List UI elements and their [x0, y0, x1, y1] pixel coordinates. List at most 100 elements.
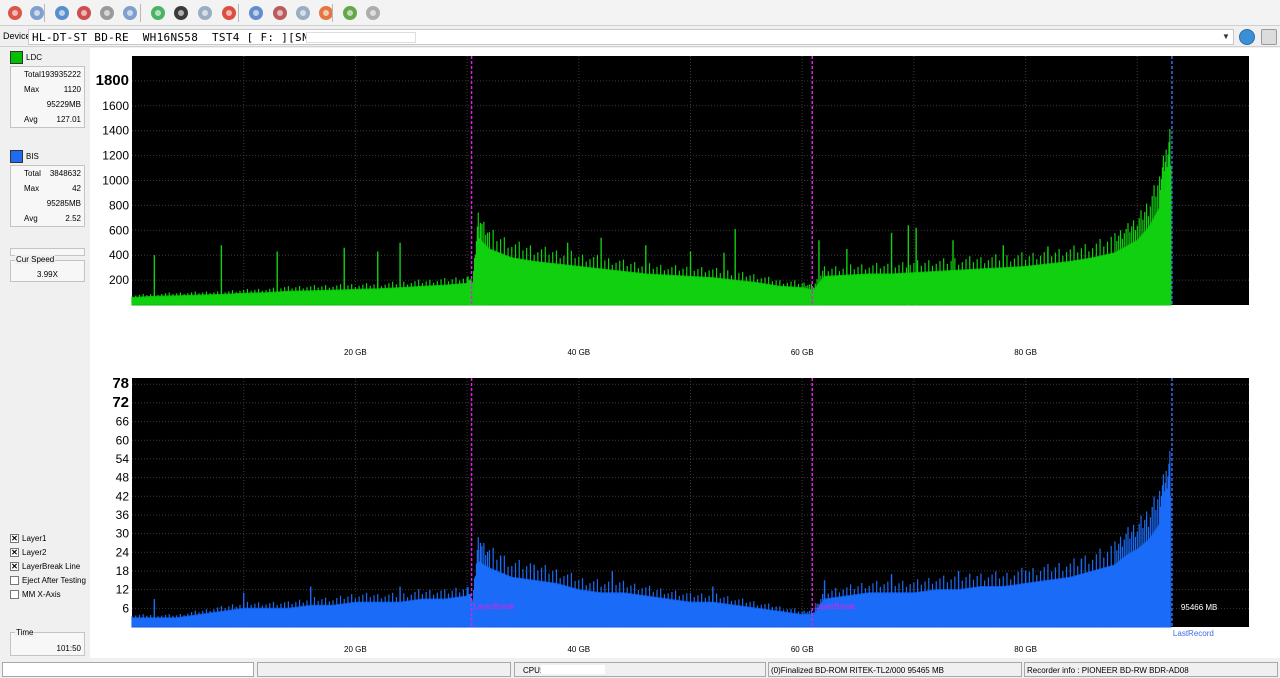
- power-icon[interactable]: [5, 3, 25, 23]
- disc-info: (0)Finalized BD-ROM RITEK-TL2/000 95465 …: [771, 666, 944, 675]
- y-tick-label: 800: [109, 198, 129, 212]
- y-tick-label: 12: [116, 583, 130, 597]
- checkbox-unchecked-icon[interactable]: [10, 589, 19, 599]
- refresh-icon[interactable]: [148, 3, 168, 23]
- y-tick-label: 30: [116, 527, 130, 541]
- y-tick-label: 78: [112, 375, 129, 392]
- cpu-label: CPU:: [523, 666, 543, 675]
- data-test-icon[interactable]: [270, 3, 290, 23]
- x-tick-label: 60 GB: [791, 645, 814, 654]
- option-checkbox[interactable]: Eject After Testing: [10, 574, 86, 586]
- ldc-swatch: [10, 50, 23, 64]
- print-icon[interactable]: [363, 3, 383, 23]
- fire-icon[interactable]: [316, 3, 336, 23]
- y-tick-label: 72: [112, 394, 129, 411]
- status-recorder: Recorder info : PIONEER BD-RW BDR-AD08: [1024, 662, 1278, 677]
- x-tick-label: 60 GB: [791, 348, 814, 357]
- toolbar-separator: [140, 4, 141, 22]
- checkbox-checked-icon[interactable]: ✕: [10, 561, 19, 571]
- toolbar-separator: [332, 4, 333, 22]
- current-speed-value: 3.99X: [37, 270, 58, 279]
- bis-stat-row: 95285MB: [11, 196, 84, 211]
- bis-legend: BIS: [10, 149, 39, 163]
- copy-icon[interactable]: [120, 3, 140, 23]
- quality-test-icon[interactable]: [195, 3, 215, 23]
- x-tick-label: 20 GB: [344, 348, 367, 357]
- bis-stat-value: 2.52: [65, 214, 81, 223]
- option-checkbox[interactable]: ✕ Layer2: [10, 546, 46, 558]
- ldc-stat-value: 193935222: [40, 70, 81, 79]
- options-icon[interactable]: [293, 3, 313, 23]
- left-panel: LDC Total 193935222 Max 1120 95229MB Avg 127.0…: [0, 48, 90, 658]
- erase-icon[interactable]: [74, 3, 94, 23]
- checkbox-unchecked-icon[interactable]: [10, 575, 19, 585]
- last-record-value: 95466 MB: [1181, 603, 1217, 612]
- option-checkbox[interactable]: MM X-Axis: [10, 588, 61, 600]
- y-tick-label: 18: [116, 564, 130, 578]
- bis-stat-value: 95285MB: [46, 199, 81, 208]
- y-tick-label: 1000: [102, 174, 129, 188]
- current-speed-label: Cur Speed: [15, 255, 56, 264]
- y-tick-label: 48: [116, 471, 130, 485]
- status-cpu: CPU:: [514, 662, 766, 677]
- bis-stat-row: Avg 2.52: [11, 211, 84, 226]
- save-icon[interactable]: [1261, 29, 1277, 45]
- bis-stats: Total 3848632 Max 42 95285MB Avg 2.52: [10, 165, 85, 227]
- ldc-stat-key: Total: [24, 70, 41, 79]
- option-label: Layer1: [22, 533, 47, 543]
- cpu-meter: [541, 665, 605, 674]
- time-value: 101:50: [56, 644, 81, 653]
- device-select[interactable]: HL-DT-ST BD-RE WH16NS58 TST4 [ F: ][SN: …: [28, 29, 1234, 45]
- x-tick-label: 40 GB: [567, 645, 590, 654]
- layer-break-label: LayerBreak: [474, 602, 516, 611]
- disc-icon[interactable]: [246, 3, 266, 23]
- ldc-legend: LDC: [10, 50, 42, 64]
- ldc-stats: Total 193935222 Max 1120 95229MB Avg 127.01: [10, 66, 85, 128]
- chart-area: 200 400 600 800 1000 1200 1400 1600 1800 20 GB 40 …: [90, 48, 1280, 658]
- device-bar: Device: HL-DT-ST BD-RE WH16NS58 TST4 [ F…: [0, 27, 1280, 47]
- ldc-stat-value: 127.01: [56, 115, 81, 124]
- stop-icon[interactable]: [219, 3, 239, 23]
- option-label: LayerBreak Line: [22, 561, 81, 571]
- toolbar-separator: [238, 4, 239, 22]
- bis-stat-row: Total 3848632: [11, 166, 84, 181]
- ldc-stat-row: Total 193935222: [11, 67, 84, 82]
- ldc-stat-row: Avg 127.01: [11, 112, 84, 127]
- option-label: Layer2: [22, 547, 47, 557]
- chevron-down-icon[interactable]: ▼: [1220, 31, 1232, 43]
- apply-icon[interactable]: [1239, 29, 1255, 45]
- time-box: Time 101:50: [10, 628, 85, 656]
- option-label: MM X-Axis: [22, 589, 61, 599]
- bis-swatch: [10, 149, 23, 163]
- bis-stat-key: Max: [24, 184, 40, 193]
- time-label: Time: [15, 628, 35, 637]
- y-tick-label: 42: [116, 489, 130, 503]
- status-disc: (0)Finalized BD-ROM RITEK-TL2/000 95465 …: [768, 662, 1022, 677]
- recorder-info: Recorder info : PIONEER BD-RW BDR-AD08: [1027, 666, 1189, 675]
- bis-stat-key: Avg: [24, 214, 38, 223]
- checkbox-checked-icon[interactable]: ✕: [10, 547, 19, 557]
- x-tick-label: 80 GB: [1014, 348, 1037, 357]
- y-tick-label: 1200: [102, 149, 129, 163]
- ldc-legend-label: LDC: [26, 52, 43, 62]
- option-checkbox[interactable]: ✕ Layer1: [10, 532, 46, 544]
- ldc-stat-row: Max 1120: [11, 82, 84, 97]
- bis-legend-label: BIS: [26, 151, 39, 161]
- y-tick-label: 1400: [102, 124, 129, 138]
- disc-scan-icon[interactable]: [52, 3, 72, 23]
- y-tick-label: 54: [116, 452, 130, 466]
- bis-stat-key: Total: [24, 169, 41, 178]
- burn-icon[interactable]: [97, 3, 117, 23]
- globe-icon[interactable]: [171, 3, 191, 23]
- status-bar: CPU: (0)Finalized BD-ROM RITEK-TL2/000 9…: [0, 660, 1280, 678]
- ldc-stat-value: 95229MB: [46, 100, 81, 109]
- option-label: Eject After Testing: [22, 575, 86, 585]
- y-tick-label: 36: [116, 508, 130, 522]
- y-tick-label: 66: [116, 415, 130, 429]
- bis-stat-value: 42: [72, 184, 81, 193]
- option-checkbox[interactable]: ✕ LayerBreak Line: [10, 560, 80, 572]
- checkbox-checked-icon[interactable]: ✕: [10, 533, 19, 543]
- y-tick-label: 1600: [102, 99, 129, 113]
- y-tick-label: 1800: [96, 72, 129, 89]
- chart-icon[interactable]: [340, 3, 360, 23]
